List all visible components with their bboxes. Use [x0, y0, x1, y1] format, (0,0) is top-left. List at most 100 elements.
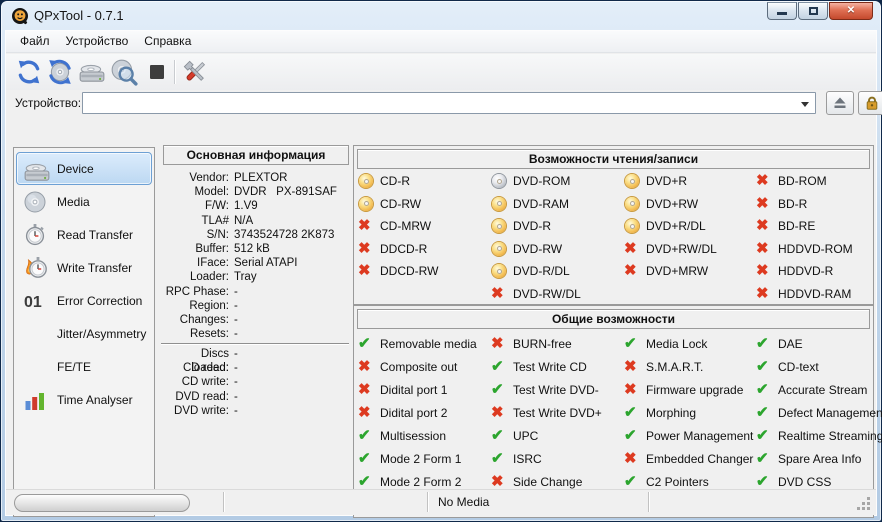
mark-glyph: ✖ — [491, 403, 504, 421]
capability-item: DVD-R/DL — [491, 260, 623, 283]
drive-control-button[interactable] — [77, 57, 106, 86]
capability-item: ✖ BURN-free — [491, 332, 623, 355]
sidebar-item-error-correction[interactable]: 01 Error Correction — [16, 284, 152, 317]
menu-file[interactable]: Файл — [12, 31, 58, 52]
cross-icon: ✖ — [624, 263, 640, 279]
stop-button[interactable] — [142, 57, 171, 86]
info-value: - — [234, 376, 238, 389]
info-row: Discs loaded: - — [161, 347, 349, 374]
capability-label: CD-RW — [380, 196, 422, 211]
maximize-icon — [808, 7, 818, 15]
capability-item: ✖ Embedded Changer — [624, 447, 756, 470]
capability-item: ✖ S.M.A.R.T. — [624, 355, 756, 378]
device-combobox[interactable]: PLEXTOR DVDR PX-891SAF 1.V9 [ D: ] — [82, 92, 816, 114]
info-row: TLA# N/A — [161, 214, 349, 228]
capability-item: ✖ Composite out — [358, 355, 490, 378]
capability-label: Realtime Streaming — [778, 428, 882, 443]
check-icon: ✔ — [756, 473, 772, 490]
info-label: RPC Phase: — [165, 285, 229, 298]
scan-media-button[interactable] — [109, 57, 138, 86]
cross-icon: ✖ — [756, 240, 772, 257]
cross-icon: ✖ — [624, 239, 640, 257]
tools-icon — [183, 60, 206, 81]
capability-label: Didital port 2 — [380, 405, 448, 420]
mark-glyph: ✖ — [756, 172, 769, 190]
capability-label: BD-ROM — [778, 174, 827, 189]
drive-icon — [79, 64, 105, 82]
capability-label: HDDVD-RAM — [778, 286, 852, 301]
minimize-button[interactable] — [767, 2, 797, 20]
capability-item: ✔ Power Management — [624, 424, 756, 447]
writable-disc-icon — [491, 196, 507, 212]
check-icon: ✔ — [491, 358, 507, 375]
maximize-button[interactable] — [798, 2, 828, 20]
check-icon: ✔ — [756, 358, 772, 375]
capability-label: C2 Pointers — [646, 474, 709, 489]
capability-label: Test Write DVD+ — [513, 405, 602, 420]
capability-label: Didital port 1 — [380, 382, 448, 397]
info-row: CD read: - — [161, 361, 349, 375]
info-value: DVDR PX-891SAF — [234, 186, 337, 199]
capability-label: DVD+RW/DL — [646, 241, 717, 256]
sidebar-item-label: Error Correction — [57, 294, 143, 308]
reload-icon — [18, 60, 40, 84]
info-row: IFace: Serial ATAPI — [161, 256, 349, 270]
sidebar-item-device[interactable]: Device — [16, 152, 152, 185]
sidebar-item-media[interactable]: Media — [16, 185, 152, 218]
statusbar-separator — [223, 492, 224, 512]
menu-help[interactable]: Справка — [136, 31, 199, 52]
sidebar-item-fe-te[interactable]: FE/TE — [16, 350, 152, 383]
rescan-bus-button[interactable] — [14, 57, 43, 86]
mark-glyph: ✔ — [756, 334, 769, 352]
device-label: Устройство: — [15, 96, 82, 110]
menu-device[interactable]: Устройство — [58, 31, 137, 52]
sidebar-item-label: Write Transfer — [57, 261, 133, 275]
capability-item: ✖ BD-ROM — [756, 170, 882, 193]
sidebar-item-write-transfer[interactable]: Write Transfer — [16, 251, 152, 284]
info-row: F/W: 1.V9 — [161, 199, 349, 213]
title-bar[interactable]: QPxTool - 0.7.1 ✕ — [1, 1, 881, 30]
capability-item: ✔ Multisession — [358, 424, 490, 447]
check-icon: ✔ — [491, 427, 507, 444]
info-value: Serial ATAPI — [234, 257, 298, 270]
mark-glyph: ✔ — [756, 380, 769, 398]
capability-label: Media Lock — [646, 336, 708, 351]
info-value: - — [234, 390, 238, 403]
device-bar: Устройство: PLEXTOR DVDR PX-891SAF 1.V9 … — [6, 90, 882, 118]
readonly-disc-icon — [491, 173, 507, 189]
writable-disc-icon — [491, 218, 507, 234]
capability-label: Firmware upgrade — [646, 382, 744, 397]
info-panel-title: Основная информация — [163, 145, 349, 165]
capability-label: Mode 2 Form 1 — [380, 451, 462, 466]
resize-grip[interactable] — [867, 507, 870, 510]
sidebar-item-jitter-asymmetry[interactable]: Jitter/Asymmetry — [16, 317, 152, 350]
mark-glyph: ✖ — [624, 239, 637, 257]
close-button[interactable]: ✕ — [829, 2, 873, 20]
general-capabilities-title: Общие возможности — [357, 309, 870, 329]
info-value: Tray — [234, 271, 257, 284]
capability-item: ✔ UPC — [491, 424, 623, 447]
mark-glyph: ✖ — [756, 262, 769, 280]
capability-label: BURN-free — [513, 336, 572, 351]
lock-icon — [866, 96, 878, 110]
capability-label: Morphing — [646, 405, 697, 420]
settings-button[interactable] — [180, 57, 209, 86]
capability-label: BD-R — [778, 196, 808, 211]
sidebar-item-label: Read Transfer — [57, 228, 134, 242]
capability-item: ✔ Test Write CD — [491, 355, 623, 378]
eject-button[interactable] — [826, 91, 854, 115]
sidebar-item-read-transfer[interactable]: Read Transfer — [16, 218, 152, 251]
capability-item: ✔ Morphing — [624, 401, 756, 424]
writable-disc-icon — [358, 196, 374, 212]
info-label: Buffer: — [195, 242, 229, 255]
info-row: S/N: 3743524728 2K873 — [161, 228, 349, 242]
check-icon: ✔ — [358, 335, 374, 352]
capability-label: DVD+MRW — [646, 264, 709, 279]
rescan-media-button[interactable] — [45, 57, 74, 86]
mark-glyph: ✖ — [624, 449, 637, 467]
sidebar-item-time-analyser[interactable]: Time Analyser — [16, 383, 152, 416]
capability-item: ✔ DAE — [756, 332, 882, 355]
lock-button[interactable] — [858, 91, 882, 115]
capability-item: ✔ Mode 2 Form 1 — [358, 447, 490, 470]
capability-item: ✖ HDDVD-ROM — [756, 238, 882, 261]
